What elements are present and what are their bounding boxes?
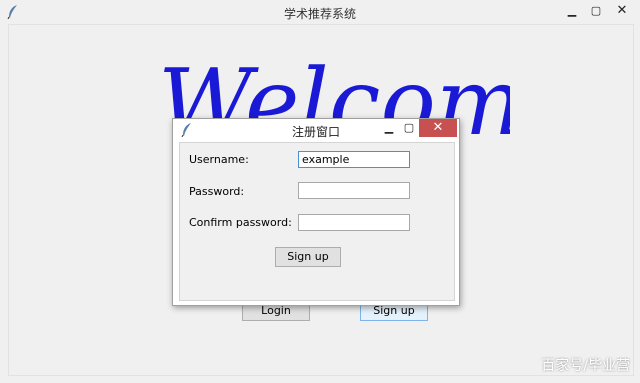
password-field[interactable] xyxy=(298,182,410,199)
dialog-body: Username: Password: Confirm password: Si… xyxy=(179,142,455,301)
maximize-icon: ▢ xyxy=(590,4,602,17)
dialog-titlebar[interactable]: 注册窗口 ▁ ▢ ✕ xyxy=(173,119,459,141)
username-field[interactable] xyxy=(298,151,410,168)
signup-dialog: 注册窗口 ▁ ▢ ✕ Username: Password: Confirm p… xyxy=(172,118,460,306)
minimize-icon: ▁ xyxy=(567,4,577,17)
close-button[interactable]: ✕ xyxy=(608,0,636,22)
close-icon: ✕ xyxy=(616,3,628,18)
minimize-button[interactable]: ▁ xyxy=(560,0,584,22)
dialog-signup-button[interactable]: Sign up xyxy=(275,247,341,267)
close-icon: ✕ xyxy=(432,120,444,135)
password-label: Password: xyxy=(189,185,245,198)
confirm-password-label: Confirm password: xyxy=(189,216,292,229)
maximize-icon: ▢ xyxy=(403,121,415,134)
confirm-password-field[interactable] xyxy=(298,214,410,231)
main-window-title: 学术推荐系统 xyxy=(283,7,356,21)
dialog-maximize-button[interactable]: ▢ xyxy=(399,119,419,137)
main-titlebar[interactable]: 学术推荐系统 ▁ ▢ ✕ xyxy=(0,0,640,24)
dialog-minimize-button[interactable]: ▁ xyxy=(379,119,399,137)
watermark: 百家号/毕业营 xyxy=(541,358,630,374)
username-label: Username: xyxy=(189,153,249,166)
minimize-icon: ▁ xyxy=(384,121,394,134)
dialog-close-button[interactable]: ✕ xyxy=(419,119,457,137)
maximize-button[interactable]: ▢ xyxy=(584,0,608,22)
